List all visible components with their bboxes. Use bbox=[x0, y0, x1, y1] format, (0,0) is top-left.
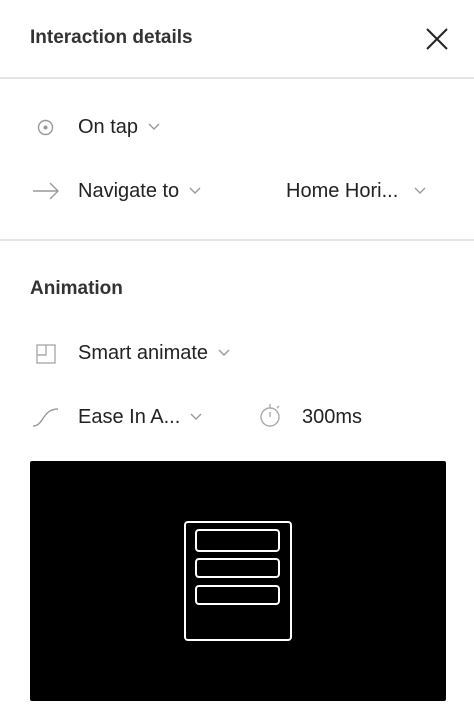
divider bbox=[0, 239, 474, 241]
duration-input[interactable]: 300ms bbox=[302, 403, 362, 431]
destination-label: Home Hori... bbox=[286, 179, 399, 202]
chevron-down-icon bbox=[414, 187, 426, 194]
close-icon[interactable] bbox=[424, 26, 450, 52]
timer-icon bbox=[260, 404, 280, 427]
action-dropdown[interactable]: Navigate to bbox=[78, 177, 201, 205]
chevron-down-icon bbox=[189, 187, 201, 194]
trigger-label: On tap bbox=[78, 115, 139, 138]
chevron-down-icon bbox=[218, 349, 230, 356]
destination-dropdown[interactable]: Home Hori... bbox=[286, 177, 426, 205]
trigger-dropdown[interactable]: On tap bbox=[78, 113, 160, 141]
smart-animate-icon bbox=[36, 344, 56, 364]
chevron-down-icon bbox=[148, 123, 160, 130]
action-label: Navigate to bbox=[78, 179, 180, 202]
frame-preview-icon bbox=[184, 521, 292, 641]
arrow-right-icon bbox=[33, 182, 59, 200]
duration-value: 300ms bbox=[302, 405, 363, 428]
panel-title: Interaction details bbox=[30, 27, 193, 48]
easing-dropdown[interactable]: Ease In A... bbox=[78, 403, 202, 431]
tap-target-icon bbox=[37, 119, 54, 136]
chevron-down-icon bbox=[190, 413, 202, 420]
animation-type-dropdown[interactable]: Smart animate bbox=[78, 339, 230, 367]
easing-label: Ease In A... bbox=[78, 405, 181, 428]
divider bbox=[0, 77, 474, 79]
animation-type-label: Smart animate bbox=[78, 341, 209, 364]
animation-heading: Animation bbox=[30, 278, 123, 299]
animation-preview bbox=[30, 461, 446, 701]
easing-curve-icon bbox=[32, 408, 59, 427]
